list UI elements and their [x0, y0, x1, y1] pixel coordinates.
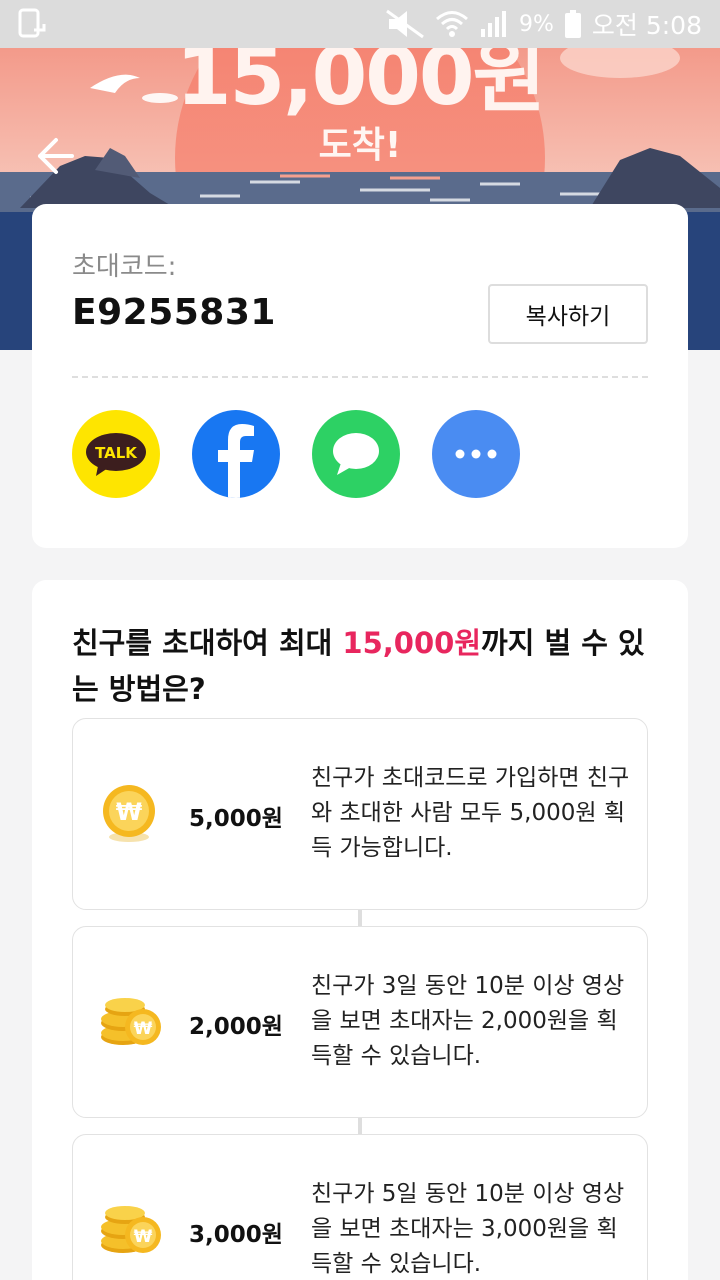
reward-description: 친구가 5일 동안 10분 이상 영상을 보면 초대자는 3,000원을 획득할…	[311, 1181, 625, 1277]
reward-item: ₩ 3,000원 친구가 5일 동안 10분 이상 영상을 보면 초대자는 3,…	[72, 1134, 648, 1280]
kakaotalk-icon: TALK	[86, 433, 146, 476]
invite-code-label: 초대코드:	[72, 252, 177, 282]
back-button[interactable]	[32, 134, 76, 178]
reward-info-card: 친구를 초대하여 최대 15,000원까지 벌 수 있는 방법은? ₩ 5,00…	[32, 580, 688, 1280]
more-dots-icon	[455, 449, 497, 459]
share-options: TALK	[72, 410, 520, 498]
svg-text:₩: ₩	[134, 1227, 153, 1247]
status-bar: 9% 오전 5:08	[0, 0, 720, 48]
kakaotalk-label: TALK	[95, 444, 138, 462]
battery-percent: 9%	[519, 11, 554, 37]
back-arrow-icon	[38, 138, 74, 174]
hero-amount: 15,000원	[175, 48, 546, 123]
reward-item: ₩ 5,000원 친구가 초대코드로 가입하면 친구와 초대한 사람 모두 5,…	[72, 718, 648, 910]
invite-card: 초대코드: E9255831 복사하기 TALK	[32, 204, 688, 548]
invite-code-value: E9255831	[72, 292, 276, 333]
title-highlight-amount: 15,000원	[342, 626, 482, 660]
clock: 오전 5:08	[591, 11, 702, 40]
share-more-button[interactable]	[432, 410, 520, 498]
hero-subtitle: 도착!	[318, 125, 402, 166]
mute-icon	[385, 9, 425, 39]
title-prefix: 친구를 초대하여 최대	[72, 626, 343, 660]
copy-code-button[interactable]: 복사하기	[488, 284, 648, 344]
reward-amount: 5,000원	[189, 806, 283, 832]
phone-notification-icon	[18, 8, 48, 44]
coin-stack-icon: ₩	[99, 993, 163, 1055]
reward-info-title: 친구를 초대하여 최대 15,000원까지 벌 수 있는 방법은?	[72, 620, 662, 712]
reward-amount: 3,000원	[189, 1222, 283, 1248]
reward-description: 친구가 초대코드로 가입하면 친구와 초대한 사람 모두 5,000원 획득 가…	[311, 765, 630, 861]
reward-amount: 2,000원	[189, 1014, 283, 1040]
signal-icon	[479, 9, 509, 39]
facebook-icon	[218, 424, 254, 498]
svg-text:₩: ₩	[116, 798, 143, 826]
wifi-icon	[435, 9, 469, 39]
single-coin-icon: ₩	[99, 783, 159, 851]
svg-text:₩: ₩	[134, 1019, 153, 1039]
share-kakaotalk-button[interactable]: TALK	[72, 410, 160, 498]
step-connector	[358, 1118, 362, 1134]
share-facebook-button[interactable]	[192, 410, 280, 498]
battery-icon	[564, 9, 582, 39]
reward-item: ₩ 2,000원 친구가 3일 동안 10분 이상 영상을 보면 초대자는 2,…	[72, 926, 648, 1118]
dashed-divider	[72, 376, 648, 378]
share-message-button[interactable]	[312, 410, 400, 498]
step-connector	[358, 910, 362, 926]
message-bubble-icon	[333, 433, 379, 475]
coin-stack-icon: ₩	[99, 1201, 163, 1263]
reward-description: 친구가 3일 동안 10분 이상 영상을 보면 초대자는 2,000원을 획득할…	[311, 973, 625, 1069]
